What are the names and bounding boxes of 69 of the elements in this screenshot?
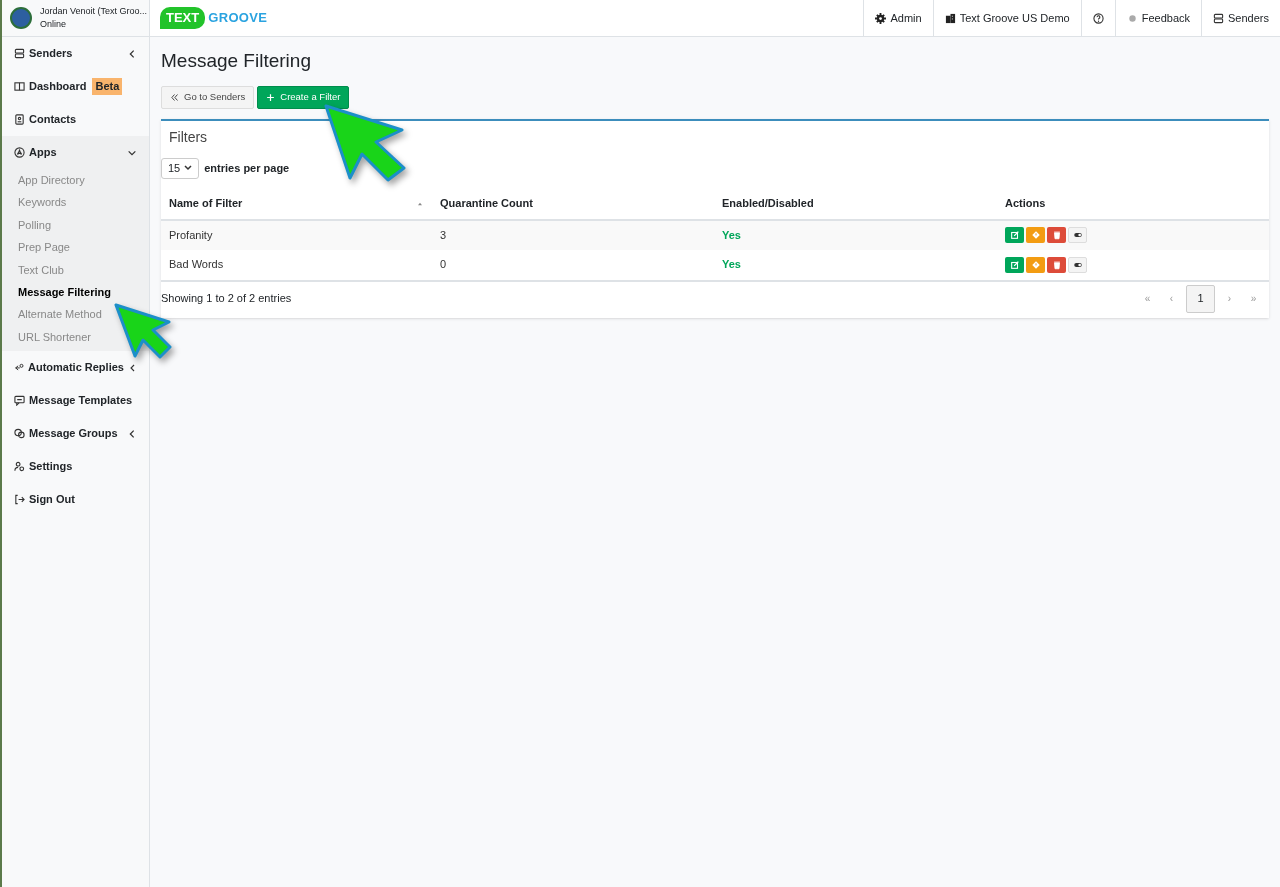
page-size-label: entries per page (204, 160, 290, 176)
table-cell: Bad Words (161, 249, 432, 280)
help-icon (1092, 12, 1104, 24)
sidebar-item[interactable]: Contacts (2, 103, 149, 136)
sidebar-item[interactable]: Settings (2, 450, 149, 484)
quarantine-button[interactable] (1026, 227, 1045, 243)
page-link[interactable]: 1 (1186, 284, 1215, 313)
beta-badge: Beta (92, 78, 123, 95)
user-status: Online (40, 18, 67, 31)
toggle-button[interactable] (1068, 227, 1087, 243)
message-square-icon (14, 395, 25, 407)
contact-card-icon (14, 114, 25, 125)
sidebar-item[interactable]: Automatic Replies (2, 351, 149, 385)
building-icon (944, 12, 956, 24)
sidebar-item[interactable]: Sign Out (2, 483, 149, 517)
chat-bubbles-icon (14, 428, 25, 440)
enabled-status: Yes (714, 249, 997, 280)
avatar (10, 7, 32, 29)
sidebar-item[interactable]: Message Groups (2, 417, 149, 451)
edit-button[interactable] (1005, 256, 1024, 273)
column-header[interactable]: Actions (997, 188, 1269, 220)
table-cell: Profanity (161, 219, 432, 250)
sign-out-icon (14, 494, 25, 506)
nav-link[interactable]: Feedback (1114, 0, 1201, 36)
sidebar-item[interactable]: Apps (2, 136, 149, 169)
plus-icon (266, 92, 276, 102)
pointer-arrow-drawing (113, 302, 173, 360)
entries-info: Showing 1 to 2 of 2 entries (161, 291, 292, 307)
delete-button[interactable] (1047, 227, 1066, 243)
double-chevron-left-icon (170, 92, 179, 102)
server-icon (1213, 12, 1224, 24)
logo-text: TEXT (160, 7, 206, 29)
apps-circle-icon (14, 147, 25, 158)
column-header[interactable]: Quarantine Count (432, 188, 714, 220)
user-name: Jordan Venoit (Text Groo... (40, 5, 148, 18)
nav-link[interactable]: Senders (1201, 0, 1280, 36)
table-cell: 3 (432, 219, 714, 250)
column-header[interactable]: Name of Filter (161, 188, 432, 220)
sidebar-item[interactable]: Senders (2, 37, 149, 70)
page-size-select[interactable]: 15 (161, 157, 200, 179)
gear-icon (875, 12, 887, 24)
nav-link[interactable]: Admin (863, 0, 933, 36)
panel-title: Filters (168, 127, 209, 147)
sidebar-item[interactable]: Message Templates (2, 384, 149, 418)
nav-link[interactable]: Text Groove US Demo (932, 0, 1081, 36)
enabled-status: Yes (714, 219, 997, 250)
trash-icon (1051, 259, 1062, 270)
user-gear-icon (14, 461, 25, 473)
toggle-button[interactable] (1068, 256, 1087, 273)
delete-button[interactable] (1047, 256, 1066, 273)
edit-button[interactable] (1005, 227, 1024, 243)
quarantine-button[interactable] (1026, 256, 1045, 273)
trash-icon (1051, 230, 1062, 240)
table-cell: 0 (432, 249, 714, 280)
sidebar-subitem[interactable]: Message Filtering (18, 280, 111, 304)
edit-icon (1009, 259, 1020, 270)
logo-text: GROOVE (208, 9, 268, 28)
column-header[interactable]: Enabled/Disabled (714, 188, 997, 220)
columns-icon (14, 81, 25, 92)
status-dot-icon (1126, 12, 1138, 24)
diamond-alert-icon (1030, 259, 1041, 270)
go-to-senders-button[interactable]: Go to Senders (161, 85, 255, 109)
server-icon (14, 48, 25, 59)
sidebar-item[interactable]: Dashboard Beta (2, 70, 149, 103)
edit-icon (1009, 230, 1020, 240)
chevron-down-icon (184, 165, 193, 171)
toggle-icon (1072, 230, 1083, 240)
page-title: Message Filtering (161, 49, 312, 73)
diamond-alert-icon (1030, 230, 1041, 240)
